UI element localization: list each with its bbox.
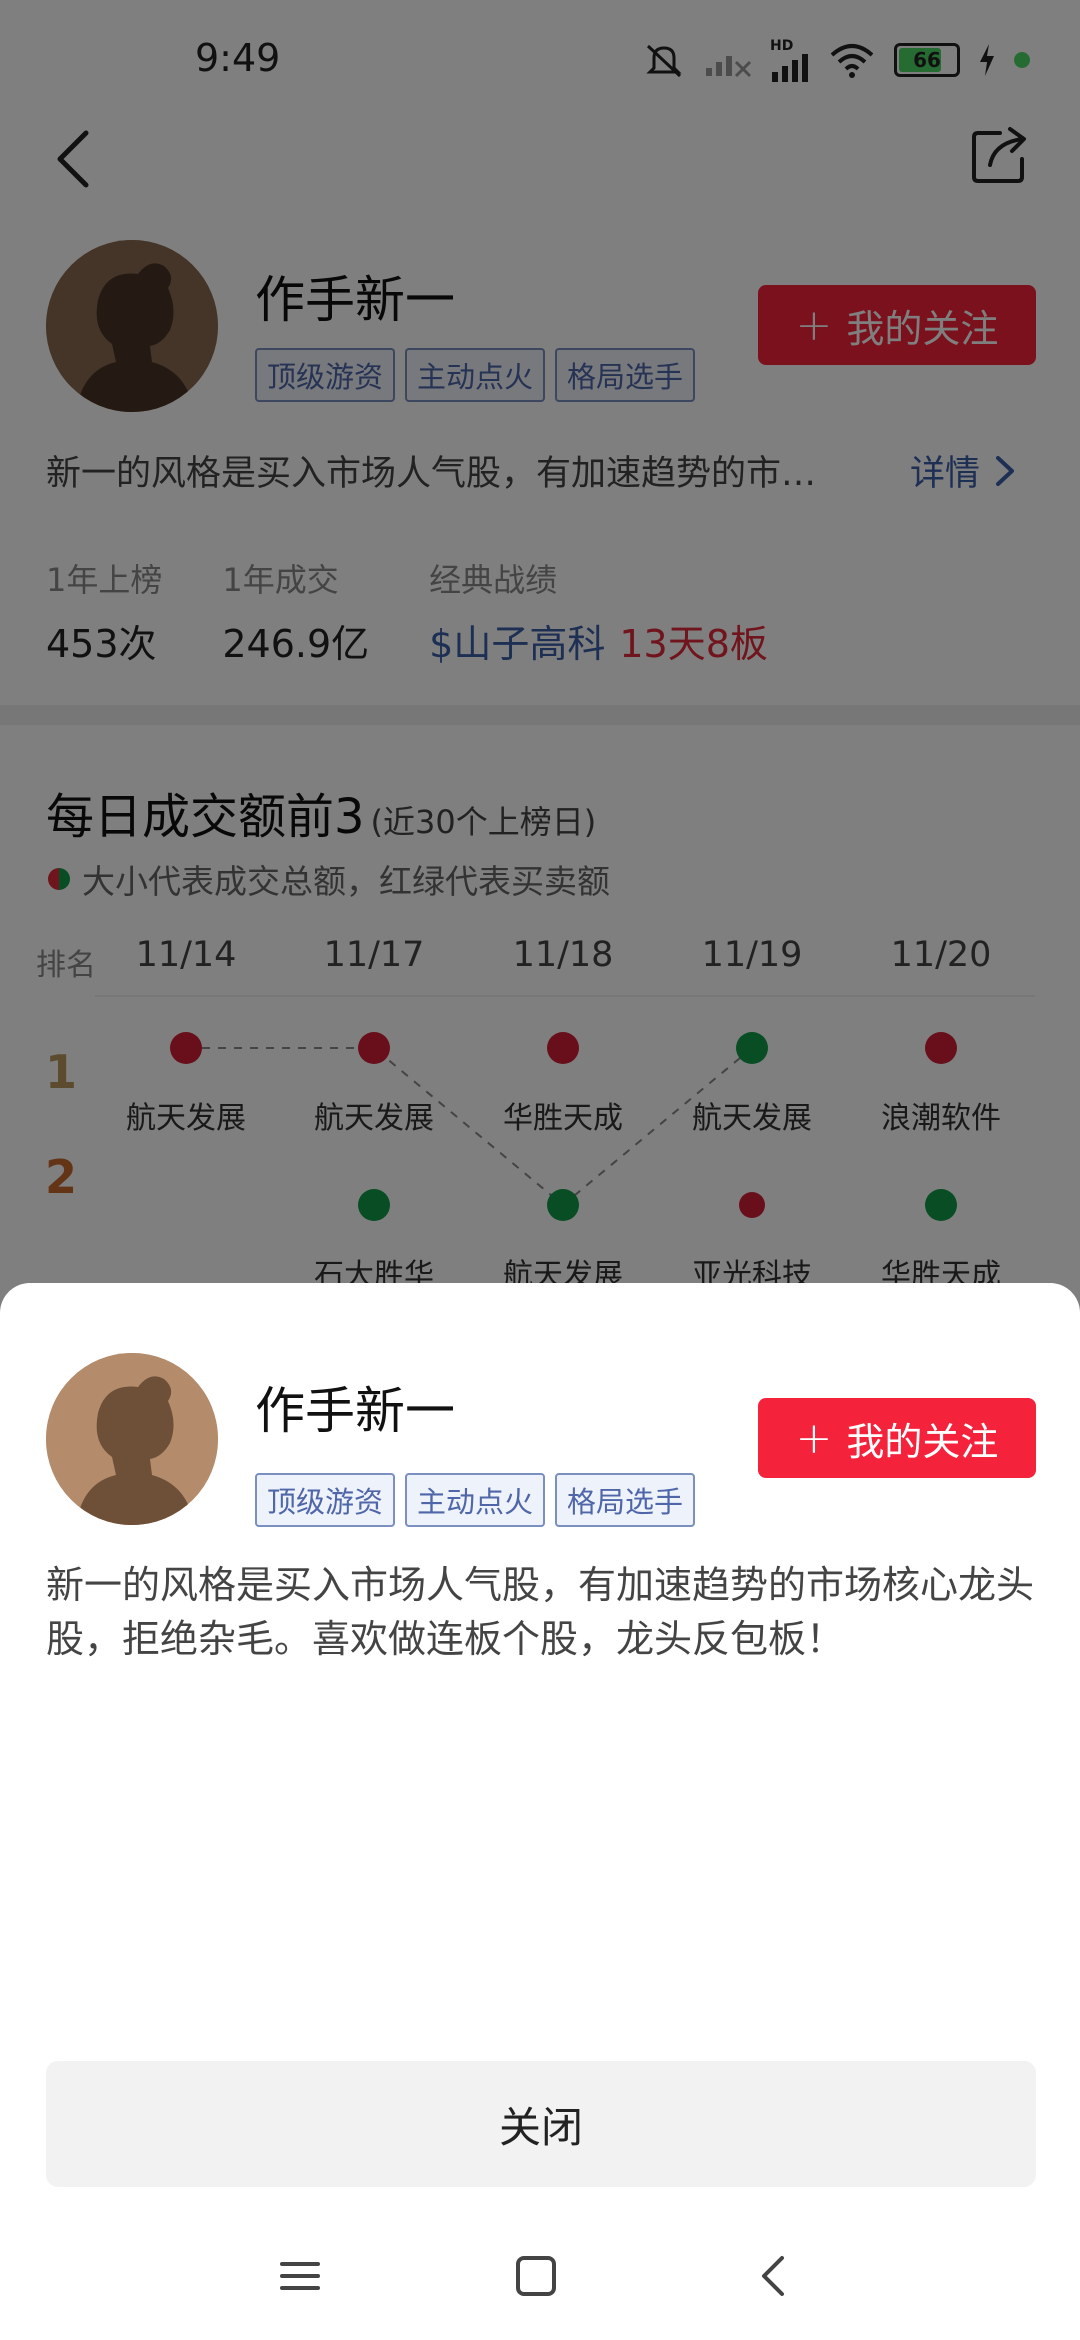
tag-item: 顶级游资 [255,1473,396,1527]
close-button[interactable]: 关闭 [46,2061,1036,2187]
battery-level: 66 [913,48,941,72]
avatar-silhouette-icon [46,1353,218,1525]
follow-label: 我的关注 [846,1419,999,1464]
plus-icon: + [795,1412,833,1464]
back-icon[interactable] [750,2252,798,2300]
tag-item: 格局选手 [555,1473,696,1527]
menu-icon[interactable] [276,2252,324,2300]
tag-item: 主动点火 [405,1473,546,1527]
avatar [46,1353,218,1525]
system-nav-bar [0,2230,1080,2320]
profile-bottom-sheet: 作手新一 顶级游资 主动点火 格局选手 + 我的关注 新一的风格是买入市场人气股… [0,1283,1080,2340]
tag-list: 顶级游资 主动点火 格局选手 [255,1473,696,1527]
follow-button[interactable]: + 我的关注 [758,1398,1036,1478]
investor-name: 作手新一 [255,1382,455,1440]
full-description: 新一的风格是买入市场人气股，有加速趋势的市场核心龙头股，拒绝杂毛。喜欢做连板个股… [46,1563,1035,1661]
home-icon[interactable] [512,2252,560,2300]
investor-detail-page: 9:49 HD [0,0,1080,2340]
